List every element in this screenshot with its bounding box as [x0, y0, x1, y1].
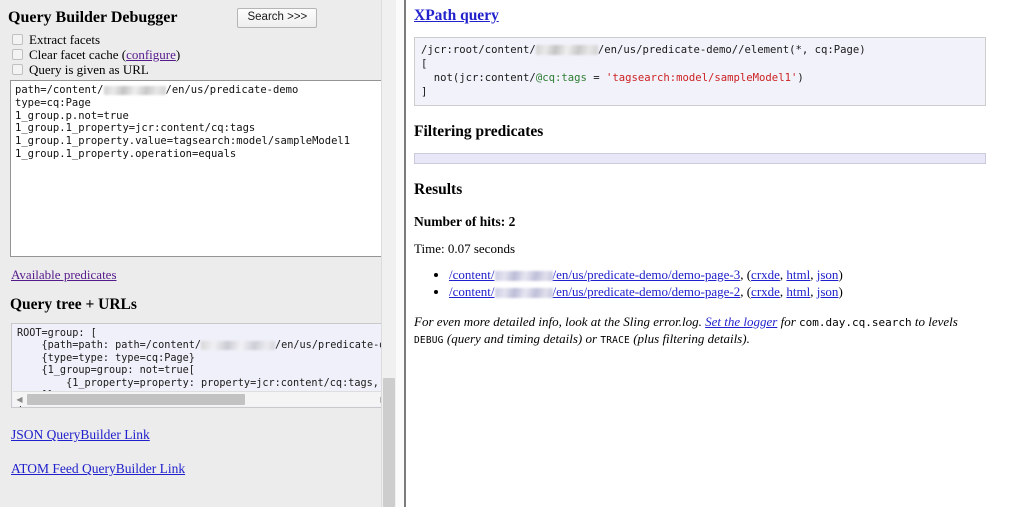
clear-facet-cache-paren: ) [176, 47, 180, 62]
query-tree-title: Query tree + URLs [10, 296, 392, 314]
tree-line-group: {1_group=group: not=true[ [17, 365, 195, 376]
tree-line-path-prefix: {path=path: path=/content/ [17, 340, 201, 351]
result-path-suffix: /en/us/predicate-demo/demo-page-3 [553, 267, 741, 282]
number-of-hits: Number of hits: 2 [414, 214, 1004, 230]
xpath-line4: ] [421, 86, 427, 98]
query-tree-horizontal-scrollbar[interactable]: ◀ ▶ [13, 391, 390, 406]
checkbox-row-extract-facets[interactable]: Extract facets [6, 32, 392, 47]
xpath-line3-c: ) [797, 72, 803, 84]
filtering-predicates-empty-bar [414, 153, 986, 164]
available-predicates-link[interactable]: Available predicates [11, 267, 117, 283]
left-panel: Query Builder Debugger Search >>> Extrac… [0, 0, 406, 507]
query-tree-box: ROOT=group: [ {path=path: path=/content/… [11, 323, 392, 408]
scroll-thumb[interactable] [27, 394, 245, 405]
redacted-tenant-name-result [495, 288, 553, 298]
footer-level-debug: DEBUG [414, 335, 444, 346]
clear-facet-cache-text: Clear facet cache ( [29, 47, 126, 62]
xpath-string-token: 'tagsearch:model/sampleModel1' [606, 72, 797, 84]
atom-feed-querybuilder-link[interactable]: ATOM Feed QueryBuilder Link [11, 461, 185, 477]
tree-line-type: {type=type: type=cq:Page} [17, 353, 195, 364]
result-path-prefix: /content/ [449, 267, 495, 282]
query-line-2: type=cq:Page [15, 97, 91, 109]
tree-line-root: ROOT=group: [ [17, 328, 97, 339]
result-json-link[interactable]: json [817, 284, 839, 299]
result-crxde-link[interactable]: crxde [751, 284, 780, 299]
header-row: Query Builder Debugger Search >>> [6, 4, 392, 32]
tree-line-property: {1_property=property: property=jcr:conte… [17, 378, 392, 389]
configure-link[interactable]: configure [126, 47, 176, 62]
query-line-3: 1_group.p.not=true [15, 110, 129, 122]
results-list: /content/ /en/us/predicate-demo/demo-page… [414, 267, 1004, 300]
xpath-attribute-token: @cq:tags [536, 72, 587, 84]
clear-facet-cache-label: Clear facet cache (configure) [29, 47, 180, 62]
left-panel-content: Query Builder Debugger Search >>> Extrac… [0, 0, 398, 507]
right-panel: XPath query /jcr:root/content/ /en/us/pre… [406, 0, 1024, 507]
result-path-link[interactable]: /content/ /en/us/predicate-demo/demo-page… [449, 284, 740, 299]
page-title: Query Builder Debugger [6, 8, 177, 28]
xpath-line1-suffix: /en/us/predicate-demo//element(*, cq:Pag… [598, 44, 866, 56]
xpath-query-heading-link[interactable]: XPath query [414, 7, 499, 25]
query-line-6: 1_group.1_property.operation=equals [15, 148, 236, 160]
query-input-textarea[interactable]: path=/content/ /en/us/predicate-demo type=… [10, 80, 392, 257]
json-link-row: JSON QueryBuilder Link [6, 426, 392, 444]
query-time: Time: 0.07 seconds [414, 241, 1004, 257]
list-item: /content/ /en/us/predicate-demo/demo-page… [449, 284, 1004, 300]
result-path-suffix: /en/us/predicate-demo/demo-page-2 [553, 284, 741, 299]
redacted-tenant-name [104, 86, 166, 95]
query-line-5: 1_group.1_property.value=tagsearch:model… [15, 135, 350, 147]
footer-part-1: For even more detailed info, look at the… [414, 314, 705, 329]
result-path-prefix: /content/ [449, 284, 495, 299]
query-given-as-url-checkbox[interactable] [12, 64, 23, 75]
atom-link-row: ATOM Feed QueryBuilder Link [6, 460, 392, 478]
extract-facets-checkbox[interactable] [12, 34, 23, 45]
extract-facets-label: Extract facets [29, 32, 100, 47]
xpath-line2: [ [421, 58, 427, 70]
xpath-line3-a: not(jcr:content/ [421, 72, 536, 84]
result-json-link[interactable]: json [817, 267, 839, 282]
result-crxde-link[interactable]: crxde [751, 267, 780, 282]
result-close-paren: ) [838, 284, 842, 299]
footer-note: For even more detailed info, look at the… [414, 314, 986, 349]
redacted-tenant-name-xpath [536, 45, 598, 55]
left-panel-scroll-thumb[interactable] [383, 378, 395, 507]
app-root: Query Builder Debugger Search >>> Extrac… [0, 0, 1024, 507]
redacted-tenant-name-result [495, 271, 553, 281]
tree-line-path-suffix: /en/us/predicate-demo} [275, 340, 392, 351]
checkbox-row-query-given-as-url[interactable]: Query is given as URL [6, 62, 392, 77]
clear-facet-cache-checkbox[interactable] [12, 49, 23, 60]
redacted-tenant-name-tree [201, 341, 275, 350]
result-close-paren: ) [838, 267, 842, 282]
footer-part-3: to levels [912, 314, 958, 329]
footer-level-trace: TRACE [600, 335, 630, 346]
list-item: /content/ /en/us/predicate-demo/demo-page… [449, 267, 1004, 283]
scroll-left-arrow-icon[interactable]: ◀ [13, 393, 26, 406]
panel-divider [396, 0, 406, 507]
result-sep: , ( [740, 267, 751, 282]
set-the-logger-link[interactable]: Set the logger [705, 314, 777, 329]
query-line-1-prefix: path=/content/ [15, 84, 104, 96]
footer-part-4: (query and timing details) or [444, 331, 601, 346]
query-line-4: 1_group.1_property=jcr:content/cq:tags [15, 122, 255, 134]
footer-part-5: (plus filtering details). [630, 331, 750, 346]
query-line-1-suffix: /en/us/predicate-demo [166, 84, 299, 96]
xpath-line1-prefix: /jcr:root/content/ [421, 44, 536, 56]
xpath-query-box: /jcr:root/content/ /en/us/predicate-demo/… [414, 37, 986, 106]
search-button[interactable]: Search >>> [237, 8, 317, 28]
checkbox-row-clear-facet-cache[interactable]: Clear facet cache (configure) [6, 47, 392, 62]
footer-part-2: for [777, 314, 799, 329]
filtering-predicates-title: Filtering predicates [414, 123, 1004, 141]
json-querybuilder-link[interactable]: JSON QueryBuilder Link [11, 427, 150, 443]
result-html-link[interactable]: html [786, 267, 810, 282]
results-title: Results [414, 181, 1004, 199]
result-html-link[interactable]: html [786, 284, 810, 299]
footer-package-name: com.day.cq.search [799, 316, 912, 329]
xpath-query-content: /jcr:root/content/ /en/us/predicate-demo/… [421, 43, 979, 99]
query-given-as-url-label: Query is given as URL [29, 62, 149, 77]
result-sep: , ( [740, 284, 751, 299]
left-panel-scrollbar[interactable] [381, 0, 396, 507]
xpath-line3-b: = [587, 72, 606, 84]
result-path-link[interactable]: /content/ /en/us/predicate-demo/demo-page… [449, 267, 740, 282]
